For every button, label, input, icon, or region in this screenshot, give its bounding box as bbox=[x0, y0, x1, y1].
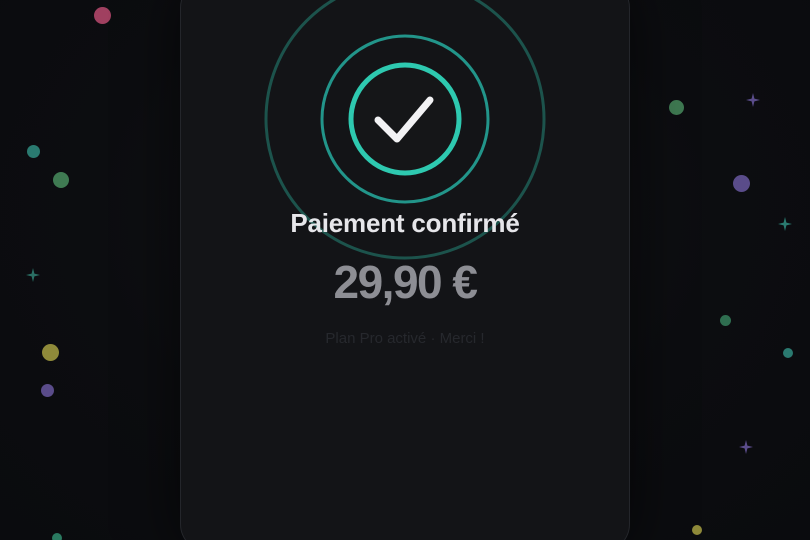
confetti-star bbox=[778, 217, 792, 231]
confirmation-subtitle: Plan Pro activé · Merci ! bbox=[325, 330, 485, 347]
confetti-dot bbox=[733, 175, 750, 192]
confirmation-title: Paiement confirmé bbox=[290, 208, 520, 238]
confetti-dot bbox=[52, 533, 62, 540]
confetti-dot bbox=[42, 344, 59, 361]
confetti-dot bbox=[94, 7, 111, 24]
confetti-dot bbox=[783, 348, 793, 358]
confetti-dot bbox=[27, 145, 40, 158]
payment-amount: 29,90 € bbox=[333, 256, 478, 308]
confetti-dot bbox=[692, 525, 702, 535]
confetti-star bbox=[26, 268, 40, 282]
confetti-dot bbox=[41, 384, 54, 397]
confetti-star bbox=[739, 440, 753, 454]
confetti-dot bbox=[53, 172, 69, 188]
confetti-dot bbox=[669, 100, 684, 115]
confetti-star bbox=[746, 93, 760, 107]
confetti-dot bbox=[720, 315, 731, 326]
